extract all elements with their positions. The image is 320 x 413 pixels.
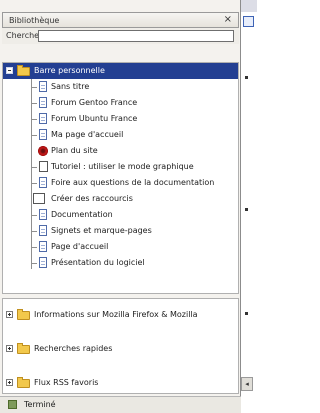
bullet-icon <box>245 208 248 211</box>
expand-toggle-icon[interactable] <box>6 379 13 386</box>
tree-item[interactable]: Documentation <box>3 207 238 223</box>
tree-connector <box>31 87 37 88</box>
sidebar-title: Bibliothèque <box>9 16 60 25</box>
folder-icon <box>17 377 30 388</box>
folder-icon <box>17 65 30 76</box>
status-text: Terminé <box>24 400 56 409</box>
tree-connector <box>31 183 37 184</box>
folder-icon <box>17 309 30 320</box>
tree-item-label: Documentation <box>51 210 113 219</box>
folder-item-label: Informations sur Mozilla Firefox & Mozil… <box>34 310 198 319</box>
tree-item[interactable]: Tutoriel : utiliser le mode graphique <box>3 159 238 175</box>
document-icon <box>39 161 48 172</box>
tree-connector <box>31 167 37 168</box>
tree-item[interactable]: Forum Gentoo France <box>3 95 238 111</box>
tree-item-root-folder[interactable]: Barre personnelle <box>3 63 238 79</box>
folder-item[interactable]: Flux RSS favoris <box>3 375 238 391</box>
document-icon <box>33 193 45 204</box>
bookmark-page-icon <box>39 113 47 124</box>
bookmark-page-icon <box>39 97 47 108</box>
bookmarks-tree: Barre personnelle Sans titre Forum Gento… <box>2 62 239 294</box>
tree-item-label: Présentation du logiciel <box>51 258 145 267</box>
folder-icon <box>17 343 30 354</box>
tree-connector <box>31 103 37 104</box>
sidebar-titlebar: Bibliothèque × <box>2 12 239 28</box>
tree-item[interactable]: Créer des raccourcis <box>3 191 238 207</box>
tree-connector <box>31 119 37 120</box>
bookmark-page-icon <box>39 209 47 220</box>
folder-item-label: Recherches rapides <box>34 344 113 353</box>
tree-item-label: Créer des raccourcis <box>51 194 133 203</box>
bookmark-page-icon <box>39 81 47 92</box>
status-bar: Terminé <box>0 396 241 413</box>
tree-connector <box>31 135 37 136</box>
search-input[interactable] <box>38 30 234 42</box>
tab-icon[interactable] <box>243 16 254 27</box>
tree-connector <box>31 231 37 232</box>
status-icon <box>8 400 17 409</box>
tree-connector <box>31 215 37 216</box>
tree-item[interactable]: Signets et marque-pages <box>3 223 238 239</box>
bookmark-page-icon <box>39 257 47 268</box>
tree-connector <box>31 263 37 264</box>
tree-item[interactable]: Foire aux questions de la documentation <box>3 175 238 191</box>
tree-item-label: Forum Ubuntu France <box>51 114 138 123</box>
tree-item[interactable]: Page d'accueil <box>3 239 238 255</box>
search-row: Chercher : <box>2 28 239 44</box>
tree-item-label: Forum Gentoo France <box>51 98 138 107</box>
expand-toggle-icon[interactable] <box>6 345 13 352</box>
tree-item[interactable]: Forum Ubuntu France <box>3 111 238 127</box>
scroll-left-icon[interactable]: ◂ <box>241 377 253 391</box>
tree-item-label: Sans titre <box>51 82 90 91</box>
bookmark-page-icon <box>39 225 47 236</box>
tree-item[interactable]: Sans titre <box>3 79 238 95</box>
tree-item[interactable]: Ma page d'accueil <box>3 127 238 143</box>
tree-connector <box>31 247 37 248</box>
tree-item-label: Foire aux questions de la documentation <box>51 178 215 187</box>
tree-item-label: Page d'accueil <box>51 242 109 251</box>
bookmark-page-icon <box>39 241 47 252</box>
folder-item[interactable]: Informations sur Mozilla Firefox & Mozil… <box>3 307 238 323</box>
collapse-toggle-icon[interactable] <box>6 67 13 74</box>
tree-item-label: Ma page d'accueil <box>51 130 124 139</box>
close-icon[interactable]: × <box>224 14 232 25</box>
tree-item-label: Barre personnelle <box>34 66 105 75</box>
bullet-icon <box>245 312 248 315</box>
tree-item-label: Plan du site <box>51 146 98 155</box>
bookmark-page-icon <box>39 129 47 140</box>
flower-icon <box>38 146 48 156</box>
bullet-icon <box>245 76 248 79</box>
bookmark-folders-list: Informations sur Mozilla Firefox & Mozil… <box>2 298 239 394</box>
tree-item-label: Tutoriel : utiliser le mode graphique <box>51 162 194 171</box>
expand-toggle-icon[interactable] <box>6 311 13 318</box>
tree-item[interactable]: Plan du site <box>3 143 238 159</box>
folder-item-label: Flux RSS favoris <box>34 378 99 387</box>
content-pane-edge: ◂ <box>241 12 257 412</box>
tree-item[interactable]: Présentation du logiciel <box>3 255 238 271</box>
folder-item[interactable]: Recherches rapides <box>3 341 238 357</box>
library-sidebar-panel: Bibliothèque × Chercher : Barre personne… <box>0 0 241 413</box>
bookmark-page-icon <box>39 177 47 188</box>
tree-item-label: Signets et marque-pages <box>51 226 152 235</box>
